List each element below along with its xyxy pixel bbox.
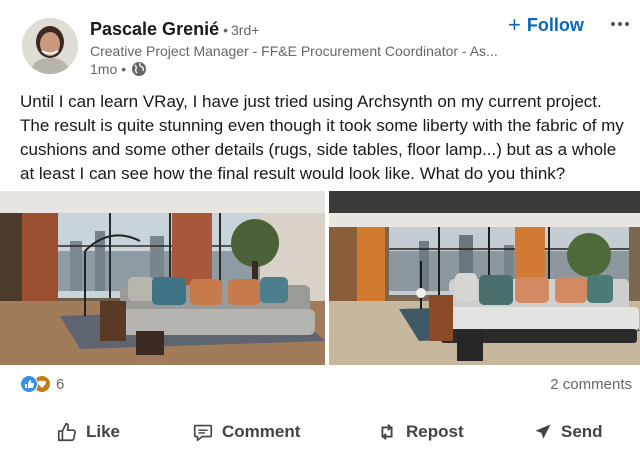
- comment-button[interactable]: Comment: [192, 412, 300, 452]
- post-image-render-archsynth[interactable]: [329, 191, 640, 365]
- send-icon: [535, 424, 551, 439]
- comments-count[interactable]: 2 comments: [550, 376, 632, 393]
- connection-degree: 3rd+: [231, 22, 260, 38]
- post-text: Until I can learn VRay, I have just trie…: [20, 92, 624, 183]
- follow-button[interactable]: + Follow: [508, 14, 584, 36]
- author-name[interactable]: Pascale Grenié: [90, 19, 219, 40]
- reactions-summary[interactable]: 6: [20, 375, 64, 393]
- reaction-count: 6: [56, 375, 65, 393]
- plus-icon: +: [508, 12, 521, 37]
- like-button[interactable]: Like: [56, 412, 120, 452]
- send-button[interactable]: Send: [533, 412, 603, 452]
- degree-separator: •: [223, 22, 228, 38]
- author-avatar[interactable]: [22, 18, 78, 74]
- post-actions: Like Comment Repost Send: [0, 412, 640, 452]
- repost-icon: [381, 424, 393, 440]
- post-image-render-vray[interactable]: [0, 191, 325, 365]
- comment-label: Comment: [222, 422, 301, 441]
- send-label: Send: [561, 422, 603, 441]
- repost-button[interactable]: Repost: [376, 412, 464, 452]
- repost-label: Repost: [406, 422, 464, 441]
- social-counts: 6 2 comments: [0, 366, 640, 404]
- comment-icon: [193, 424, 213, 442]
- post-header: Pascale Grenié • 3rd+ Creative Project M…: [0, 0, 640, 84]
- author-headline: Creative Project Manager - FF&E Procurem…: [90, 43, 498, 59]
- author-line: Pascale Grenié • 3rd+: [90, 19, 259, 40]
- thumbs-up-icon: [57, 422, 76, 442]
- follow-label: Follow: [526, 14, 584, 35]
- post-time: 1mo: [90, 61, 118, 77]
- globe-icon: [131, 61, 147, 77]
- post-images: [0, 191, 640, 365]
- time-separator: •: [121, 61, 127, 77]
- post-meta: 1mo •: [90, 61, 147, 77]
- like-label: Like: [86, 422, 121, 441]
- more-icon[interactable]: [606, 10, 634, 38]
- like-reaction-icon: [20, 375, 38, 393]
